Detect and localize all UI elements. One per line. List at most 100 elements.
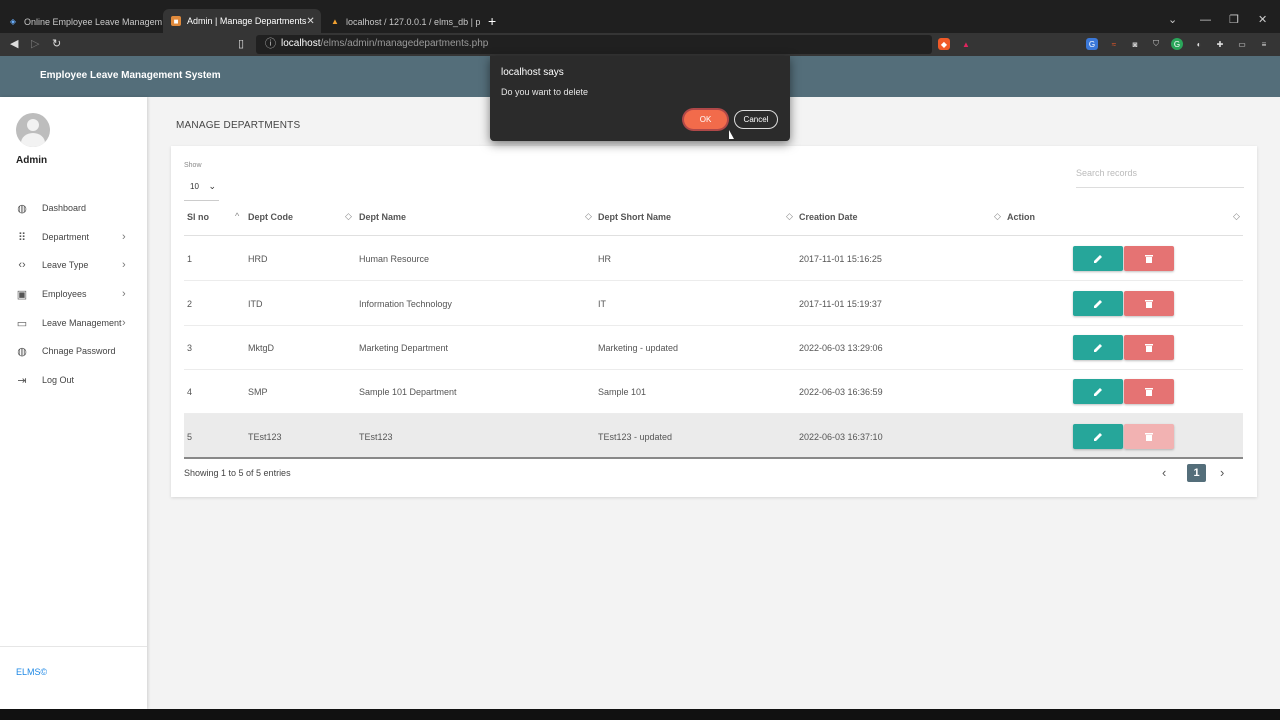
- trash-icon: [1145, 344, 1153, 352]
- entries-info: Showing 1 to 5 of 5 entries: [184, 468, 291, 478]
- sidebar-item-leave-type[interactable]: ‹› Leave Type ›: [0, 255, 147, 275]
- close-window-icon[interactable]: ✕: [1258, 14, 1267, 26]
- sidebar-item-leave-management[interactable]: ▭ Leave Management ›: [0, 313, 147, 333]
- lock-icon: ◍: [17, 345, 27, 358]
- url-text: localhost/elms/admin/managedepartments.p…: [281, 38, 489, 49]
- column-creation-date[interactable]: Creation Date: [799, 212, 858, 222]
- cancel-button[interactable]: Cancel: [734, 110, 778, 129]
- edit-button[interactable]: [1073, 379, 1123, 404]
- pencil-icon: [1094, 254, 1102, 263]
- grammarly-icon[interactable]: G: [1171, 38, 1183, 50]
- chevron-down-icon: ⌄: [208, 181, 216, 191]
- sidebar-item-dashboard[interactable]: ◍ Dashboard: [0, 198, 147, 218]
- column-action[interactable]: Action: [1007, 212, 1035, 222]
- extensions-puzzle-icon[interactable]: ✚: [1214, 38, 1226, 50]
- edit-button[interactable]: [1073, 335, 1123, 360]
- delete-button[interactable]: [1124, 246, 1174, 271]
- sidebar-item-change-password[interactable]: ◍ Chnage Password: [0, 341, 147, 361]
- delete-button[interactable]: [1124, 379, 1174, 404]
- app-title[interactable]: Employee Leave Management System: [40, 70, 221, 81]
- tab-manage-departments[interactable]: ■ Admin | Manage Departments ✕: [163, 9, 321, 33]
- trash-icon: [1145, 255, 1153, 263]
- camera-icon[interactable]: ◙: [1129, 38, 1141, 50]
- chevron-left-icon[interactable]: ‹: [1162, 465, 1166, 480]
- chevron-right-icon: ›: [122, 231, 126, 243]
- sidebar-item-department[interactable]: ⠿ Department ›: [0, 227, 147, 247]
- sort-icon[interactable]: ◇: [994, 211, 1001, 222]
- trash-icon: [1145, 433, 1153, 441]
- page-title: MANAGE DEPARTMENTS: [176, 120, 301, 131]
- chevron-right-icon[interactable]: ›: [1220, 465, 1224, 480]
- column-dept-code[interactable]: Dept Code: [248, 212, 293, 222]
- translate-icon[interactable]: G: [1086, 38, 1098, 50]
- menu-icon[interactable]: ≡: [1258, 38, 1270, 50]
- site-favicon-icon: ■: [171, 16, 181, 26]
- column-dept-name[interactable]: Dept Name: [359, 212, 406, 222]
- confirm-dialog: localhost says Do you want to delete OK …: [490, 56, 790, 141]
- maximize-icon[interactable]: ❐: [1229, 14, 1239, 26]
- dialog-title: localhost says: [501, 67, 564, 78]
- tab-title: Online Employee Leave Management: [24, 16, 162, 27]
- trash-icon: [1145, 300, 1153, 308]
- grid-icon: ⠿: [17, 231, 27, 244]
- column-sl-no[interactable]: Sl no: [187, 212, 209, 222]
- back-icon[interactable]: ◀: [10, 38, 18, 51]
- table-row: 2 ITD Information Technology IT 2017-11-…: [184, 281, 1243, 326]
- pencil-icon: [1094, 343, 1102, 352]
- browser-tab-bar: ◈ Online Employee Leave Management ■ Adm…: [0, 0, 1280, 33]
- tab-title: localhost / 127.0.0.1 / elms_db | phpM: [346, 16, 480, 27]
- brave-rewards-icon[interactable]: ▲: [960, 38, 972, 50]
- desktop-icon: ▭: [16, 317, 28, 330]
- code-icon: ‹›: [18, 259, 26, 271]
- reload-icon[interactable]: ↻: [52, 38, 61, 51]
- tab-employee-leave[interactable]: ◈ Online Employee Leave Management: [0, 10, 162, 33]
- sort-icon[interactable]: ◇: [345, 211, 352, 222]
- avatar: [16, 113, 50, 147]
- tab-phpmyadmin[interactable]: ▲ localhost / 127.0.0.1 / elms_db | phpM: [322, 10, 480, 33]
- delete-button[interactable]: [1124, 424, 1174, 449]
- minimize-icon[interactable]: —: [1200, 14, 1211, 26]
- chevron-right-icon: ›: [122, 259, 126, 271]
- pencil-icon: [1094, 432, 1102, 441]
- tab-title: Admin | Manage Departments: [187, 16, 307, 26]
- new-tab-icon[interactable]: +: [488, 13, 496, 29]
- site-info-icon[interactable]: ⓘ: [265, 38, 276, 51]
- dark-mode-icon[interactable]: ◐: [1193, 38, 1205, 50]
- sidebar-item-logout[interactable]: ⇥ Log Out: [0, 370, 147, 390]
- screen-bottom-edge: [0, 709, 1280, 720]
- forward-icon[interactable]: ▷: [31, 38, 39, 51]
- sort-icon[interactable]: ◇: [585, 211, 592, 222]
- close-tab-icon[interactable]: ✕: [306, 16, 314, 27]
- delete-button[interactable]: [1124, 291, 1174, 316]
- dialog-message: Do you want to delete: [501, 87, 589, 97]
- page-size-select[interactable]: 10 ⌄: [184, 173, 219, 201]
- sort-asc-icon[interactable]: ^: [235, 211, 239, 221]
- wallet-icon[interactable]: ▭: [1236, 38, 1248, 50]
- page-button[interactable]: 1: [1187, 464, 1206, 482]
- tab-list-chevron-icon[interactable]: ⌄: [1168, 14, 1177, 26]
- sidebar-item-employees[interactable]: ▣ Employees ›: [0, 284, 147, 304]
- shield-icon[interactable]: ⛉: [1150, 38, 1162, 50]
- edit-button[interactable]: [1073, 424, 1123, 449]
- pencil-icon: [1094, 387, 1102, 396]
- user-name: Admin: [16, 155, 48, 166]
- trash-icon: [1145, 388, 1153, 396]
- ok-button[interactable]: OK: [684, 110, 727, 129]
- search-input[interactable]: Search records: [1076, 164, 1244, 188]
- edit-button[interactable]: [1073, 291, 1123, 316]
- chevron-right-icon: ›: [122, 317, 126, 329]
- pencil-icon: [1094, 299, 1102, 308]
- sort-icon[interactable]: ◇: [1233, 211, 1240, 222]
- bookmark-icon[interactable]: ▯: [238, 38, 244, 51]
- brave-shield-icon[interactable]: ◆: [938, 38, 950, 50]
- extension-swift-icon[interactable]: ≈: [1108, 38, 1120, 50]
- delete-button[interactable]: [1124, 335, 1174, 360]
- table-row: 3 MktgD Marketing Department Marketing -…: [184, 325, 1243, 370]
- sidebar: Admin ◍ Dashboard ⠿ Department › ‹› Leav…: [0, 97, 147, 709]
- edit-button[interactable]: [1073, 246, 1123, 271]
- account-box-icon: ▣: [16, 288, 28, 301]
- sort-icon[interactable]: ◇: [786, 211, 793, 222]
- show-label: Show: [184, 162, 202, 169]
- footer-link[interactable]: ELMS©: [16, 667, 47, 677]
- column-dept-short-name[interactable]: Dept Short Name: [598, 212, 671, 222]
